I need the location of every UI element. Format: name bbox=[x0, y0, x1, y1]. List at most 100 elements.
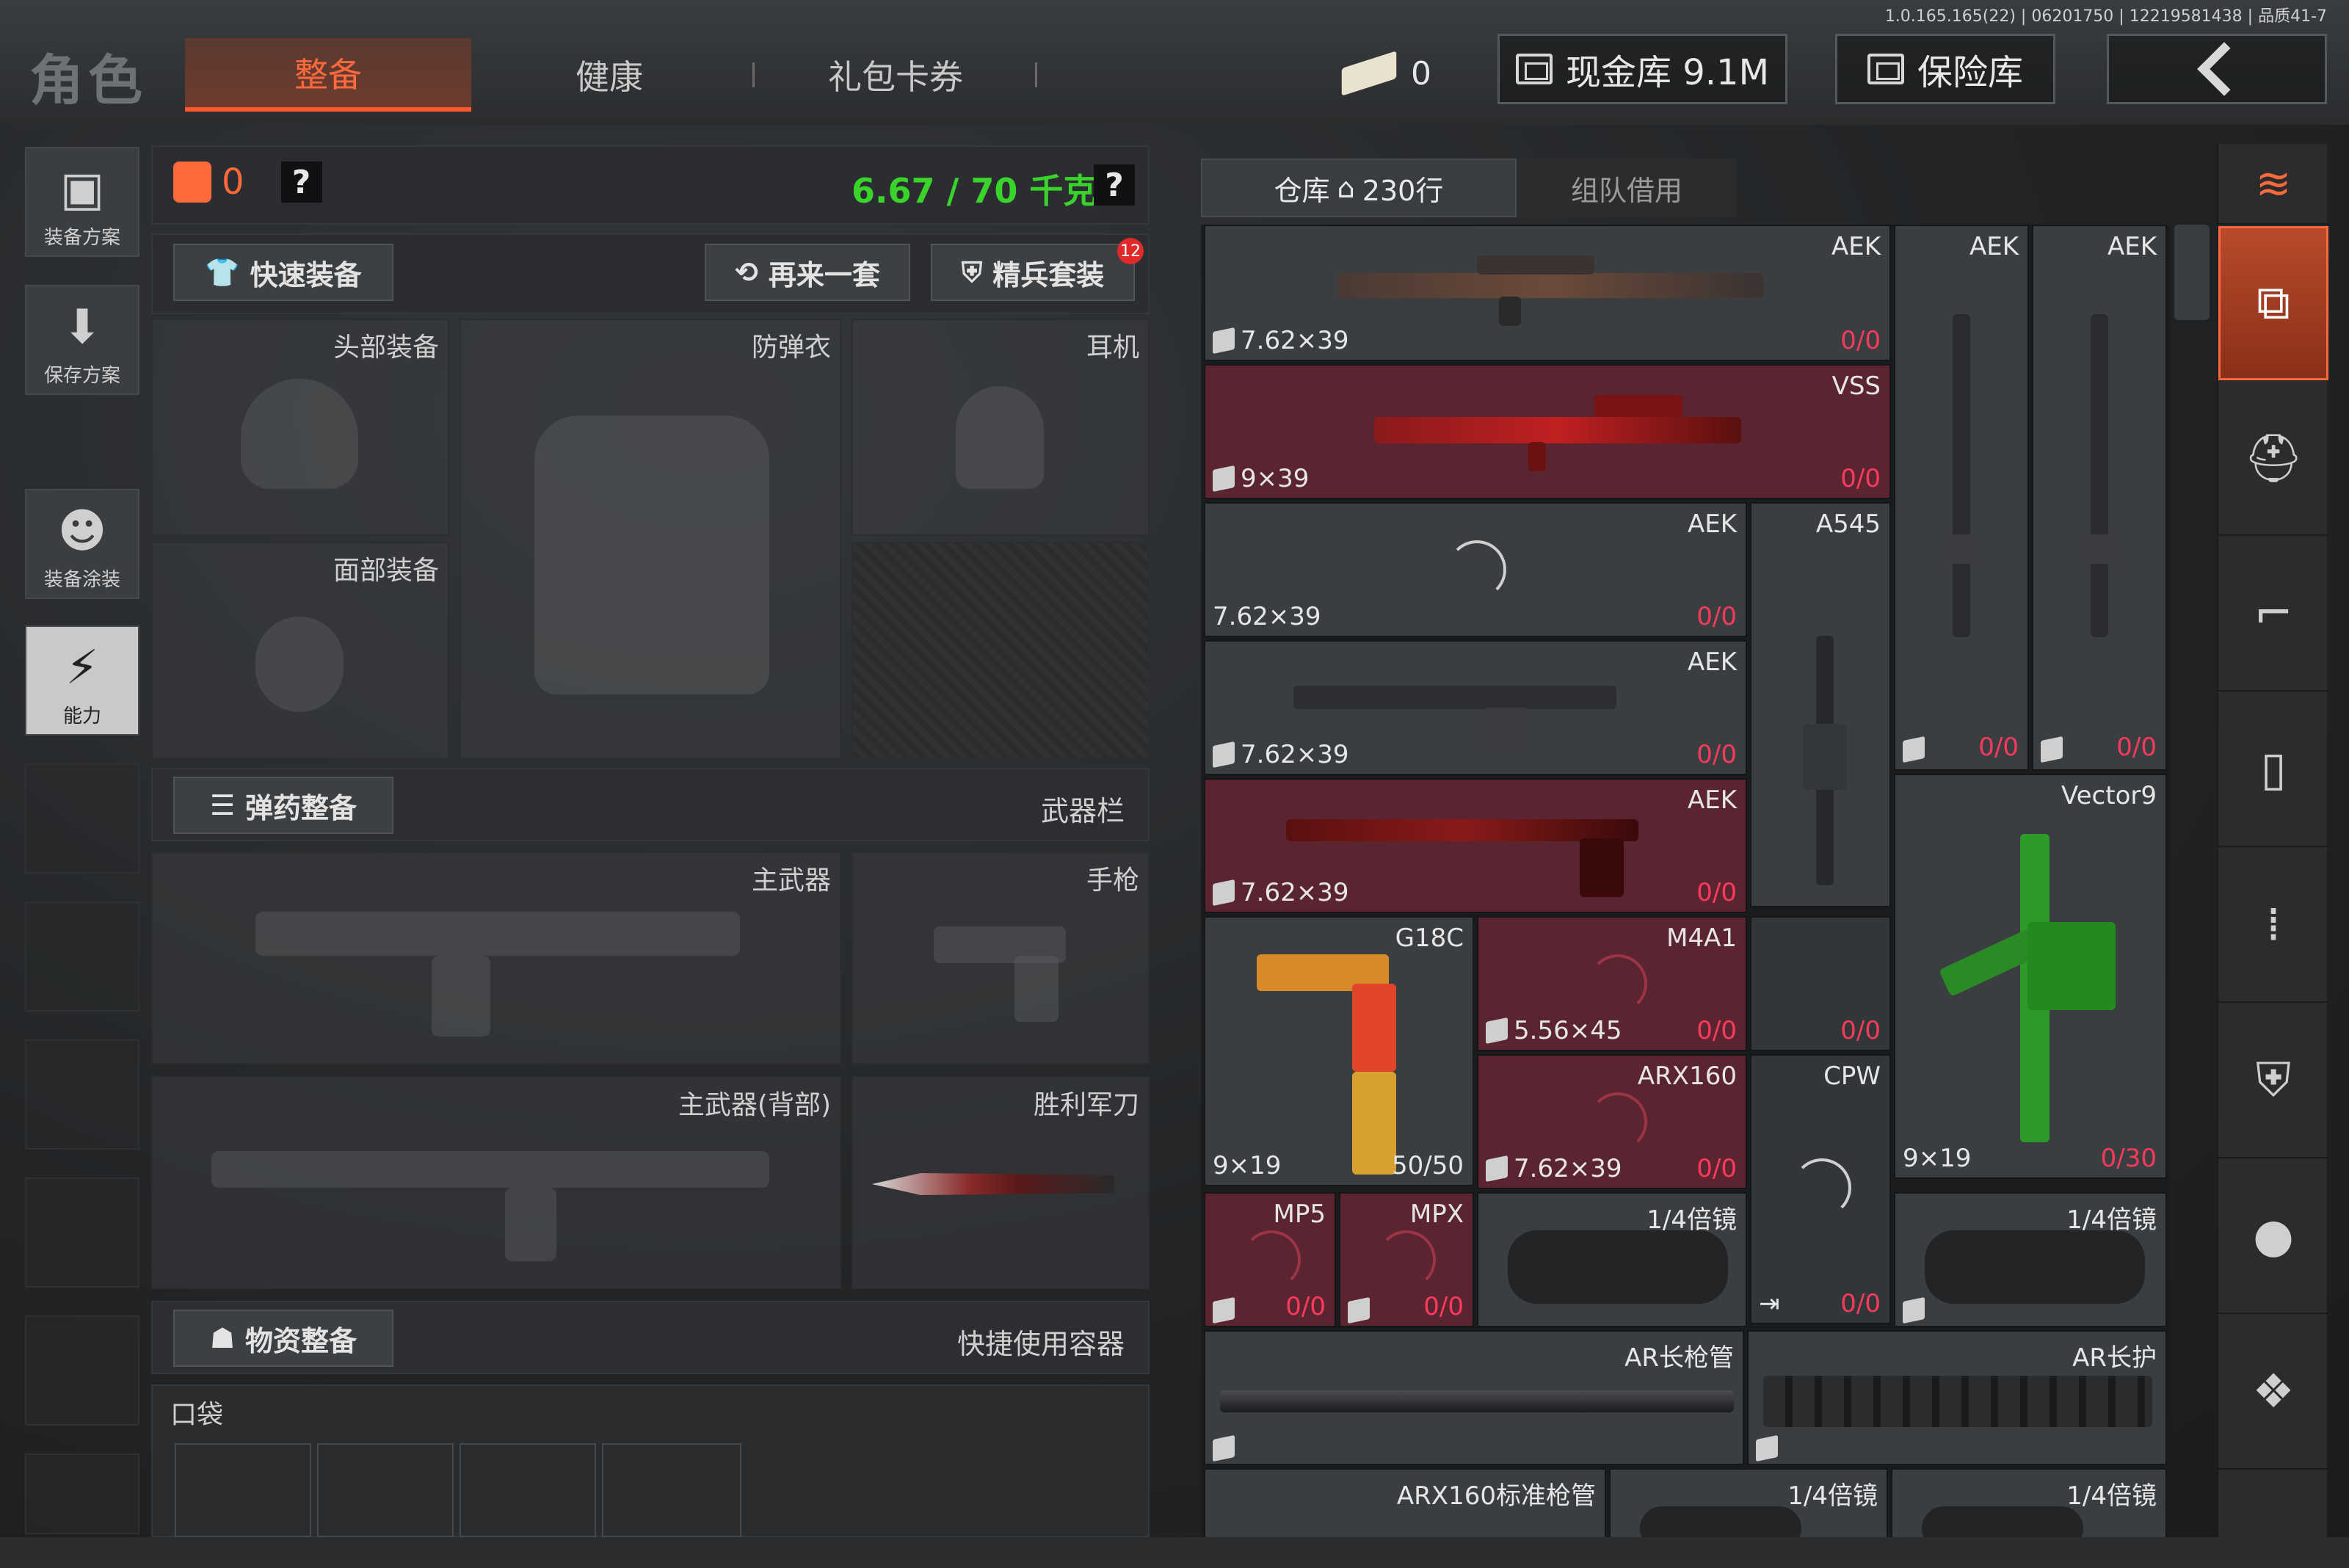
rifle-image bbox=[1293, 664, 1616, 752]
magazine-icon[interactable]: ▯ bbox=[2218, 693, 2328, 847]
backpack-counter[interactable]: 0 ? bbox=[173, 161, 322, 203]
inventory-item-aek[interactable]: AEK 7.62×39 0/0 bbox=[1204, 778, 1747, 913]
ammo-box-icon bbox=[1213, 327, 1235, 355]
inventory-item-mpx[interactable]: MPX 0/0 bbox=[1339, 1192, 1474, 1327]
empty-side-slot bbox=[25, 901, 139, 1012]
headset-slot[interactable]: 耳机 bbox=[852, 319, 1150, 536]
inventory-item-g18c[interactable]: G18C 9×19 50/50 bbox=[1204, 916, 1474, 1186]
tab-team-borrow[interactable]: 组队借用 bbox=[1517, 159, 1737, 217]
pistol-slot[interactable]: 手枪 bbox=[852, 852, 1150, 1064]
supply-prep-button[interactable]: ☗ 物资整备 bbox=[173, 1310, 393, 1367]
item-count: 50/50 bbox=[1392, 1151, 1464, 1180]
inventory-item-aek[interactable]: AEK 7.62×39 0/0 bbox=[1204, 640, 1747, 775]
item-caliber: 7.62×39 bbox=[1213, 878, 1348, 907]
ticket-counter[interactable]: 0 bbox=[1341, 44, 1453, 103]
back-weapon-slot[interactable]: 主武器(背部) bbox=[151, 1076, 841, 1289]
item-name: AEK bbox=[1687, 647, 1737, 677]
redo-set-button[interactable]: ⟲ 再来一套 bbox=[705, 244, 910, 301]
primary-weapon-label: 主武器 bbox=[751, 865, 831, 896]
knife-label: 胜利军刀 bbox=[1033, 1090, 1139, 1120]
loadout-plan-button[interactable]: ▣ 装备方案 bbox=[25, 147, 139, 257]
safe-button[interactable]: 保险库 bbox=[1835, 34, 2055, 104]
inventory-item-vss[interactable]: VSS 9×39 0/0 bbox=[1204, 364, 1891, 499]
inventory-item-a545[interactable]: A545 bbox=[1750, 502, 1891, 907]
ability-button[interactable]: ⚡ 能力 bbox=[25, 625, 139, 736]
ammo-box-icon bbox=[1486, 1017, 1508, 1045]
download-icon: ⬇ bbox=[62, 300, 102, 355]
inventory-item-scope[interactable]: 1/4倍镜 bbox=[1891, 1468, 2167, 1542]
backpack-icon bbox=[173, 161, 211, 203]
empty-side-slot bbox=[25, 1177, 139, 1288]
inventory-item-aek[interactable]: AEK bbox=[1894, 225, 2029, 771]
supply-icon: ☗ bbox=[209, 1322, 236, 1354]
rifle-icon[interactable]: ⌐ bbox=[2218, 537, 2328, 692]
pocket-slot[interactable] bbox=[175, 1443, 311, 1537]
ammo-prep-button[interactable]: ☰ 弹药整备 bbox=[173, 777, 393, 834]
all-items-icon[interactable]: ⧉ bbox=[2218, 226, 2328, 380]
item-name: VSS bbox=[1831, 371, 1881, 401]
rifle-image-vertical bbox=[1803, 636, 1847, 885]
tab-health[interactable]: 健康 bbox=[514, 38, 705, 112]
inventory-item-m4a1[interactable]: M4A1 5.56×45 0/0 bbox=[1477, 916, 1747, 1051]
help-icon[interactable]: ? bbox=[280, 161, 322, 203]
misc-icon[interactable]: ❖ bbox=[2218, 1315, 2328, 1470]
elite-set-label: 精兵套装 bbox=[992, 258, 1105, 291]
inventory-item-empty[interactable]: 0/0 bbox=[1750, 916, 1891, 1051]
inventory-item-scope[interactable]: 1/4倍镜 bbox=[1609, 1468, 1888, 1542]
primary-weapon-slot[interactable]: 主武器 bbox=[151, 852, 841, 1064]
tab-gift-cards[interactable]: 礼包卡券 bbox=[771, 38, 1020, 112]
pocket-slot[interactable] bbox=[460, 1443, 596, 1537]
inventory-item-arx160-barrel[interactable]: ARX160标准枪管 bbox=[1204, 1468, 1606, 1542]
stack-swap-icon[interactable]: ≋ bbox=[2218, 144, 2328, 225]
elite-set-button[interactable]: ⛨ 精兵套装 bbox=[931, 244, 1135, 301]
armor-icon[interactable]: ⛨ bbox=[2218, 1004, 2328, 1158]
grenade-icon[interactable]: ● bbox=[2218, 1160, 2328, 1314]
ammo-icon[interactable]: ⁞ bbox=[2218, 849, 2328, 1003]
item-count: 0/0 bbox=[1840, 326, 1881, 355]
ticket-icon bbox=[1341, 51, 1397, 96]
inventory-item-cpw[interactable]: CPW ⇥ 0/0 bbox=[1750, 1054, 1891, 1324]
save-plan-label: 保存方案 bbox=[43, 365, 120, 387]
inventory-item-ar-handguard[interactable]: AR长护 bbox=[1747, 1330, 2167, 1465]
loading-spinner-icon bbox=[1793, 1158, 1851, 1217]
inventory-item-arx160[interactable]: ARX160 7.62×39 0/0 bbox=[1477, 1054, 1747, 1189]
cash-vault-button[interactable]: 现金库 9.1M bbox=[1497, 34, 1787, 104]
inventory-item-aek[interactable]: AEK bbox=[2032, 225, 2167, 771]
armor-slot[interactable]: 防弹衣 bbox=[460, 319, 841, 759]
inventory-item-scope[interactable]: 1/4倍镜 bbox=[1477, 1192, 1747, 1327]
back-button[interactable] bbox=[2107, 34, 2327, 104]
pocket-slot[interactable] bbox=[317, 1443, 454, 1537]
inventory-item-vector9[interactable]: Vector9 9×19 0/30 bbox=[1894, 774, 2167, 1179]
tab-warehouse[interactable]: 仓库 ⌂ 230行 bbox=[1201, 159, 1517, 217]
inventory-item-aek[interactable]: AEK 7.62×39 0/0 bbox=[1204, 225, 1891, 361]
empty-side-slot bbox=[25, 1315, 139, 1426]
item-caliber: 7.62×39 bbox=[1213, 740, 1348, 769]
headset-label: 耳机 bbox=[1086, 333, 1139, 363]
head-gear-slot[interactable]: 头部装备 bbox=[151, 319, 449, 536]
pocket-slot[interactable] bbox=[602, 1443, 741, 1537]
loadout-plan-label: 装备方案 bbox=[43, 227, 120, 249]
bottom-bar bbox=[0, 1537, 2349, 1568]
helmet-icon bbox=[241, 379, 358, 489]
knife-slot[interactable]: 胜利军刀 bbox=[852, 1076, 1150, 1289]
equipment-skin-button[interactable]: ☻ 装备涂装 bbox=[25, 489, 139, 599]
inventory-scrollbar[interactable] bbox=[2174, 225, 2210, 320]
pistol-label: 手枪 bbox=[1086, 865, 1139, 896]
inventory-item-aek[interactable]: AEK 7.62×39 0/0 bbox=[1204, 502, 1747, 637]
tab-separator bbox=[1035, 62, 1037, 87]
ammo-box-icon bbox=[1213, 465, 1235, 493]
weight-help-icon[interactable]: ? bbox=[1094, 164, 1135, 206]
chevron-left-icon bbox=[2197, 42, 2251, 96]
item-count: 0/0 bbox=[1696, 740, 1737, 769]
save-plan-button[interactable]: ⬇ 保存方案 bbox=[25, 285, 139, 395]
quick-equip-button[interactable]: 👕 快速装备 bbox=[173, 244, 393, 301]
helmet-icon[interactable]: ⛑ bbox=[2218, 382, 2328, 536]
inventory-item-scope[interactable]: 1/4倍镜 bbox=[1894, 1192, 2167, 1327]
tab-equip[interactable]: 整备 bbox=[185, 38, 471, 112]
face-gear-slot[interactable]: 面部装备 bbox=[151, 542, 449, 759]
item-name: ARX160标准枪管 bbox=[1396, 1481, 1596, 1511]
pistol-image bbox=[1257, 940, 1404, 1175]
inventory-item-mp5[interactable]: MP5 0/0 bbox=[1204, 1192, 1336, 1327]
inventory-item-ar-long-barrel[interactable]: AR长枪管 bbox=[1204, 1330, 1744, 1465]
vss-rifle-image bbox=[1374, 388, 1741, 471]
